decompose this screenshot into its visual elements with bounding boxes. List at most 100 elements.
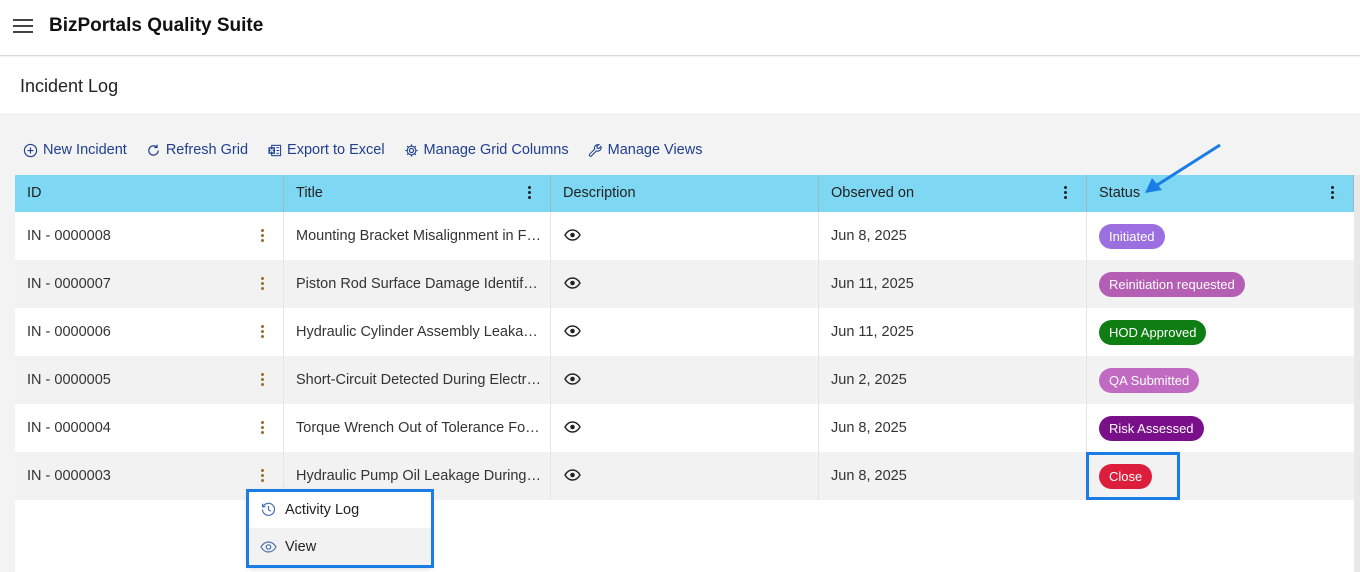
eye-icon[interactable] [564,277,581,289]
status-cell: HOD Approved [1087,308,1354,356]
observed-on-cell: Jun 8, 2025 [819,404,1087,452]
status-cell: Reinitiation requested [1087,260,1354,308]
incident-title: Hydraulic Pump Oil Leakage During A... [296,468,541,484]
row-actions-icon[interactable] [261,421,265,435]
column-header-observed-on[interactable]: Observed on [819,175,1087,212]
incident-grid: ID Title Description Observed on Status … [15,175,1360,572]
column-header-description[interactable]: Description [551,175,819,212]
column-menu-icon[interactable] [528,186,532,200]
gear-icon [404,143,418,157]
incident-title: Piston Rod Surface Damage Identifie... [296,276,541,292]
id-cell: IN - 0000008 [15,212,284,260]
status-badge: HOD Approved [1099,320,1207,345]
incident-title: Torque Wrench Out of Tolerance Fou... [296,420,541,436]
incident-id: IN - 0000004 [27,420,111,436]
id-cell: IN - 0000003 [15,452,284,500]
status-highlight-box [1086,452,1180,500]
table-row[interactable]: IN - 0000005 Short-Circuit Detected Duri… [15,356,1354,404]
description-cell [551,212,819,260]
manage-views-button[interactable]: Manage Views [588,142,703,158]
hamburger-menu-icon[interactable] [13,18,33,33]
eye-icon[interactable] [564,421,581,433]
table-row[interactable]: IN - 0000007 Piston Rod Surface Damage I… [15,260,1354,308]
status-badge: QA Submitted [1099,368,1200,393]
column-menu-icon[interactable] [1331,186,1335,200]
eye-icon[interactable] [564,325,581,337]
incident-id: IN - 0000003 [27,468,111,484]
column-header-label: Observed on [831,185,915,201]
refresh-grid-button[interactable]: Refresh Grid [146,142,248,158]
incident-title: Mounting Bracket Misalignment in Fi... [296,228,541,244]
manage-grid-columns-button[interactable]: Manage Grid Columns [404,142,569,158]
refresh-grid-label: Refresh Grid [165,142,249,158]
status-cell: Initiated [1087,212,1354,260]
eye-icon[interactable] [564,229,581,241]
description-cell [551,404,819,452]
observed-date: Jun 11, 2025 [831,324,914,340]
excel-icon [268,144,282,156]
title-cell: Piston Rod Surface Damage Identifie... [284,260,551,308]
eye-icon[interactable] [564,373,581,385]
incident-title: Hydraulic Cylinder Assembly Leakage... [296,324,541,340]
incident-id: IN - 0000007 [27,276,111,292]
manage-grid-columns-label: Manage Grid Columns [423,142,569,158]
observed-date: Jun 2, 2025 [831,372,907,388]
incident-id: IN - 0000005 [27,372,111,388]
title-cell: Torque Wrench Out of Tolerance Fou... [284,404,551,452]
description-cell [551,308,819,356]
title-cell: Mounting Bracket Misalignment in Fi... [284,212,551,260]
row-actions-icon[interactable] [261,229,265,243]
status-cell: Risk Assessed [1087,404,1354,452]
row-actions-icon[interactable] [261,469,265,483]
eye-icon[interactable] [564,469,581,481]
page-header: Incident Log [0,57,1360,113]
observed-on-cell: Jun 2, 2025 [819,356,1087,404]
incident-id: IN - 0000008 [27,228,111,244]
id-cell: IN - 0000005 [15,356,284,404]
top-bar: BizPortals Quality Suite [0,0,1360,56]
table-row[interactable]: IN - 0000004 Torque Wrench Out of Tolera… [15,404,1354,452]
menu-highlight-box [246,489,434,568]
observed-date: Jun 8, 2025 [831,468,907,484]
new-incident-button[interactable]: New Incident [23,142,127,158]
observed-date: Jun 8, 2025 [831,228,907,244]
column-menu-icon[interactable] [1064,186,1068,200]
wrench-icon [588,143,602,157]
observed-on-cell: Jun 8, 2025 [819,212,1087,260]
column-header-label: Title [296,185,323,201]
title-cell: Hydraulic Cylinder Assembly Leakage... [284,308,551,356]
page-title: Incident Log [20,76,119,96]
id-cell: IN - 0000004 [15,404,284,452]
annotation-arrow-icon [1145,143,1221,193]
column-header-label: Status [1099,185,1141,201]
row-actions-icon[interactable] [261,277,265,291]
manage-views-label: Manage Views [607,142,703,158]
status-badge: Risk Assessed [1099,416,1204,441]
id-cell: IN - 0000006 [15,308,284,356]
refresh-icon [148,144,159,156]
description-cell [551,452,819,500]
row-actions-icon[interactable] [261,325,265,339]
column-header-title[interactable]: Title [284,175,551,212]
column-header-label: ID [27,185,42,201]
grid-scroll-edge [1354,175,1360,572]
observed-on-cell: Jun 8, 2025 [819,452,1087,500]
description-cell [551,260,819,308]
grid-toolbar: New Incident Refresh Grid Export to Exce… [15,138,721,162]
status-cell: QA Submitted [1087,356,1354,404]
plus-circle-icon [23,143,38,157]
observed-date: Jun 8, 2025 [831,420,907,436]
export-excel-button[interactable]: Export to Excel [267,142,385,158]
incident-title: Short-Circuit Detected During Electric..… [296,372,541,388]
status-badge: Initiated [1099,224,1165,249]
table-row[interactable]: IN - 0000006 Hydraulic Cylinder Assembly… [15,308,1354,356]
app-title: BizPortals Quality Suite [49,15,264,36]
table-row[interactable]: IN - 0000008 Mounting Bracket Misalignme… [15,212,1354,260]
incident-id: IN - 0000006 [27,324,111,340]
row-actions-icon[interactable] [261,373,265,387]
observed-date: Jun 11, 2025 [831,276,914,292]
new-incident-label: New Incident [43,142,127,158]
description-cell [551,356,819,404]
column-header-id[interactable]: ID [15,175,284,212]
status-badge: Reinitiation requested [1099,272,1245,297]
